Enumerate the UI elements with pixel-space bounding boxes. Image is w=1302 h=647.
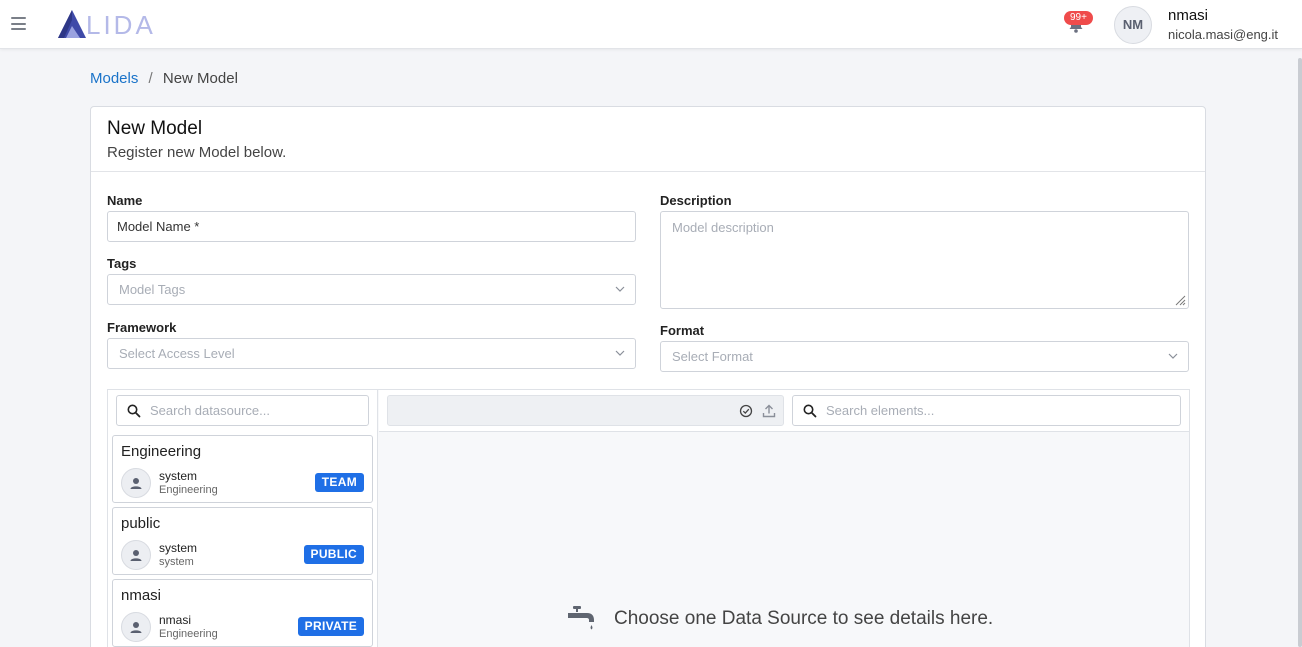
- top-bar: LIDA 99+ NM nmasi nicola.masi@eng.it: [0, 0, 1302, 49]
- datasource-org: Engineering: [159, 628, 218, 640]
- datasource-search-placeholder: Search datasource...: [150, 403, 270, 418]
- user-icon: [130, 478, 142, 489]
- breadcrumb: Models / New Model: [90, 70, 238, 87]
- owner-avatar: [121, 468, 151, 498]
- access-badge: PRIVATE: [297, 617, 364, 636]
- datasource-item-engineering[interactable]: Engineering system Engineering TEAM: [112, 435, 373, 503]
- datasource-owner: system: [159, 469, 198, 483]
- new-model-card: New Model Register new Model below. Name…: [90, 106, 1206, 647]
- page-subtitle: Register new Model below.: [107, 144, 287, 161]
- user-icon: [130, 622, 142, 633]
- datasource-search-input[interactable]: Search datasource...: [116, 395, 369, 426]
- tags-label: Tags: [107, 256, 137, 271]
- datasource-item-nmasi[interactable]: nmasi nmasi Engineering PRIVATE: [112, 579, 373, 647]
- page-title: New Model: [107, 118, 203, 139]
- chevron-down-icon: [1168, 353, 1178, 359]
- tags-select[interactable]: Model Tags: [107, 274, 636, 305]
- faucet-icon: [568, 606, 594, 630]
- datasource-details: Search elements... Choose one Data Sourc…: [379, 390, 1189, 647]
- datasource-owner: nmasi: [159, 613, 192, 627]
- framework-label: Framework: [107, 320, 177, 335]
- description-label: Description: [660, 193, 732, 208]
- name-input[interactable]: Model Name *: [107, 211, 636, 242]
- breadcrumb-models-link[interactable]: Models: [90, 70, 138, 87]
- user-avatar[interactable]: NM: [1114, 6, 1152, 44]
- page-scrollbar[interactable]: [1298, 58, 1302, 647]
- name-label: Name: [107, 193, 143, 208]
- framework-select[interactable]: Select Access Level: [107, 338, 636, 369]
- search-icon: [803, 404, 817, 418]
- app-logo[interactable]: LIDA: [56, 8, 168, 40]
- check-circle-icon[interactable]: [739, 404, 753, 418]
- datasource-title: nmasi: [121, 587, 162, 604]
- search-icon: [127, 404, 141, 418]
- chevron-down-icon: [615, 286, 625, 292]
- description-textarea[interactable]: Model description: [660, 211, 1189, 309]
- access-badge: TEAM: [314, 473, 364, 492]
- empty-state-message: Choose one Data Source to see details he…: [614, 608, 994, 629]
- datasource-list: Search datasource... Engineering system …: [108, 390, 378, 647]
- file-upload-input[interactable]: [387, 395, 784, 426]
- menu-icon[interactable]: [11, 17, 26, 30]
- datasource-title: public: [121, 515, 161, 532]
- format-label: Format: [660, 323, 705, 338]
- owner-avatar: [121, 612, 151, 642]
- details-toolbar: Search elements...: [379, 390, 1189, 432]
- description-placeholder: Model description: [672, 220, 774, 235]
- datasource-item-public[interactable]: public system system PUBLIC: [112, 507, 373, 575]
- upload-icon[interactable]: [762, 404, 776, 418]
- owner-avatar: [121, 540, 151, 570]
- user-email: nicola.masi@eng.it: [1168, 27, 1279, 42]
- elements-search-placeholder: Search elements...: [826, 403, 935, 418]
- chevron-down-icon: [615, 350, 625, 356]
- user-name[interactable]: nmasi: [1168, 7, 1208, 24]
- datasource-title: Engineering: [121, 443, 202, 460]
- user-icon: [130, 550, 142, 561]
- name-input-value: Model Name *: [117, 219, 200, 234]
- breadcrumb-separator: /: [148, 70, 153, 87]
- breadcrumb-current: New Model: [162, 70, 238, 87]
- format-placeholder: Select Format: [672, 349, 753, 364]
- datasource-panel: Search datasource... Engineering system …: [107, 389, 1190, 647]
- framework-placeholder: Select Access Level: [119, 346, 235, 361]
- datasource-org: system: [159, 556, 194, 568]
- notification-badge[interactable]: 99+: [1064, 11, 1093, 25]
- datasource-org: Engineering: [159, 484, 218, 496]
- tags-placeholder: Model Tags: [119, 282, 186, 297]
- logo-text: LIDA: [86, 10, 156, 40]
- card-header: New Model Register new Model below.: [91, 107, 1205, 172]
- format-select[interactable]: Select Format: [660, 341, 1189, 372]
- datasource-owner: system: [159, 541, 198, 555]
- access-badge: PUBLIC: [303, 545, 364, 564]
- resize-handle-icon[interactable]: [1174, 294, 1186, 306]
- elements-search-input[interactable]: Search elements...: [792, 395, 1181, 426]
